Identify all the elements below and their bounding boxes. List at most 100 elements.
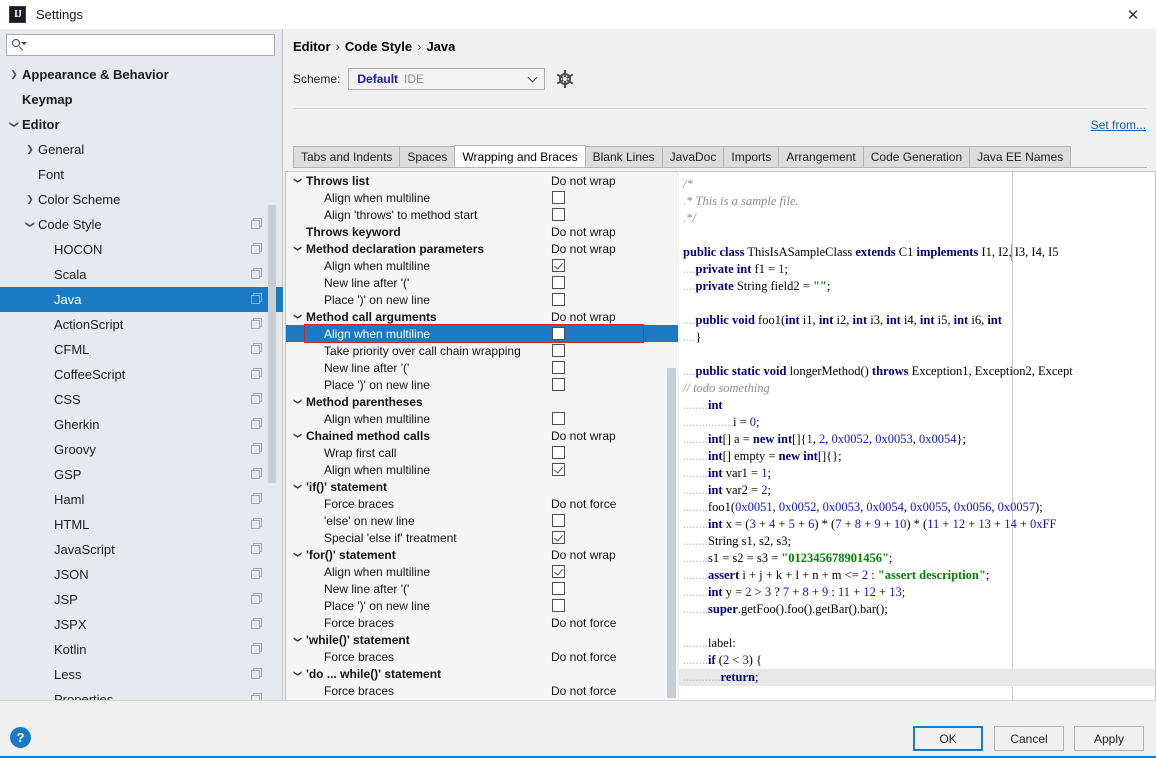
option-row[interactable]: New line after '(' — [286, 274, 678, 291]
copy-scheme-icon[interactable] — [251, 393, 263, 405]
copy-scheme-icon[interactable] — [251, 618, 263, 630]
option-value[interactable]: Do not force — [551, 497, 616, 511]
sidebar-item-color-scheme[interactable]: ❯ Color Scheme — [0, 187, 283, 212]
sidebar-item-jsp[interactable]: JSP — [0, 587, 283, 612]
wrapping-options-list[interactable]: ❯ Throws list Do not wrap Align when multil… — [285, 171, 678, 748]
copy-scheme-icon[interactable] — [251, 243, 263, 255]
option-checkbox[interactable] — [552, 599, 565, 612]
option-value[interactable]: Do not wrap — [551, 310, 616, 324]
close-icon[interactable]: ✕ — [1110, 0, 1156, 29]
sidebar-item-font[interactable]: Font — [0, 162, 283, 187]
option-checkbox[interactable] — [552, 361, 565, 374]
option-checkbox[interactable] — [552, 259, 565, 272]
copy-scheme-icon[interactable] — [251, 443, 263, 455]
copy-scheme-icon[interactable] — [251, 568, 263, 580]
option-checkbox[interactable] — [552, 531, 565, 544]
option-row[interactable]: ❯ Chained method calls Do not wrap — [286, 427, 678, 444]
sidebar-scrollbar[interactable] — [268, 205, 276, 483]
tab-imports[interactable]: Imports — [723, 146, 780, 167]
copy-scheme-icon[interactable] — [251, 268, 263, 280]
option-row[interactable]: ❯'do ... while()' statement — [286, 665, 678, 682]
copy-scheme-icon[interactable] — [251, 218, 263, 230]
option-row[interactable]: New line after '(' — [286, 580, 678, 597]
code-preview-pane[interactable]: /* .* This is a sample file. .*/ public cla… — [679, 171, 1156, 748]
option-row[interactable]: Align 'throws' to method start — [286, 206, 678, 223]
option-row[interactable]: ❯ Throws list Do not wrap — [286, 172, 678, 189]
settings-tree[interactable]: ❯ Appearance & Behavior Keymap ❯ Editor ❯ Gene… — [0, 62, 283, 729]
copy-scheme-icon[interactable] — [251, 593, 263, 605]
option-row[interactable]: ❯'while()' statement — [286, 631, 678, 648]
scheme-select[interactable]: Default IDE — [348, 68, 546, 90]
option-row[interactable]: Align when multiline — [286, 410, 678, 427]
option-row[interactable]: Align when multiline — [286, 189, 678, 206]
sidebar-item-scala[interactable]: Scala — [0, 262, 283, 287]
sidebar-item-less[interactable]: Less — [0, 662, 283, 687]
tab-wrapping-and-braces[interactable]: Wrapping and Braces — [454, 145, 586, 167]
tab-strip[interactable]: Tabs and Indents Spaces Wrapping and Brace… — [293, 145, 1072, 167]
option-row[interactable]: Place ')' on new line — [286, 291, 678, 308]
help-icon[interactable]: ? — [10, 727, 31, 748]
ok-button[interactable]: OK — [913, 726, 983, 751]
option-row[interactable]: Take priority over call chain wrapping — [286, 342, 678, 359]
option-checkbox[interactable] — [552, 565, 565, 578]
tab-spaces[interactable]: Spaces — [399, 146, 456, 167]
sidebar-item-gherkin[interactable]: Gherkin — [0, 412, 283, 437]
option-row[interactable]: ❯'for()' statement Do not wrap — [286, 546, 678, 563]
option-value[interactable]: Do not force — [551, 650, 616, 664]
sidebar-item-haml[interactable]: Haml — [0, 487, 283, 512]
sidebar-item-general[interactable]: ❯ General — [0, 137, 283, 162]
option-checkbox[interactable] — [552, 327, 565, 340]
tab-code-generation[interactable]: Code Generation — [862, 146, 971, 167]
option-row[interactable]: Wrap first call — [286, 444, 678, 461]
tab-blank-lines[interactable]: Blank Lines — [584, 146, 663, 167]
sidebar-item-code-style[interactable]: ❯ Code Style — [0, 212, 283, 237]
option-row[interactable]: Force braces Do not force — [286, 495, 678, 512]
sidebar-item-editor[interactable]: ❯ Editor — [0, 112, 283, 137]
sidebar-item-gsp[interactable]: GSP — [0, 462, 283, 487]
option-row[interactable]: Align when multiline — [286, 461, 678, 478]
sidebar-item-actionscript[interactable]: ActionScript — [0, 312, 283, 337]
copy-scheme-icon[interactable] — [251, 468, 263, 480]
gear-icon[interactable] — [557, 70, 574, 88]
option-row[interactable]: ❯ Method declaration parameters Do not wra… — [286, 240, 678, 257]
options-scrollbar[interactable] — [667, 368, 676, 698]
option-checkbox[interactable] — [552, 276, 565, 289]
sidebar-item-coffeescript[interactable]: CoffeeScript — [0, 362, 283, 387]
options-rows[interactable]: ❯ Throws list Do not wrap Align when multil… — [286, 172, 678, 747]
copy-scheme-icon[interactable] — [251, 518, 263, 530]
sidebar-item-cfml[interactable]: CFML — [0, 337, 283, 362]
option-value[interactable]: Do not force — [551, 616, 616, 630]
option-checkbox[interactable] — [552, 582, 565, 595]
option-value[interactable]: Do not wrap — [551, 242, 616, 256]
option-value[interactable]: Do not wrap — [551, 225, 616, 239]
option-row[interactable]: Align when multiline — [286, 563, 678, 580]
copy-scheme-icon[interactable] — [251, 293, 263, 305]
option-row[interactable]: ❯'if()' statement — [286, 478, 678, 495]
option-row[interactable]: Place ')' on new line — [286, 597, 678, 614]
tab-java-ee-names[interactable]: Java EE Names — [969, 146, 1072, 167]
sidebar-item-kotlin[interactable]: Kotlin — [0, 637, 283, 662]
copy-scheme-icon[interactable] — [251, 543, 263, 555]
copy-scheme-icon[interactable] — [251, 343, 263, 355]
sidebar-item-java[interactable]: Java — [0, 287, 283, 312]
option-row[interactable]: Align when multiline — [286, 325, 678, 342]
sidebar-item-hocon[interactable]: HOCON — [0, 237, 283, 262]
copy-scheme-icon[interactable] — [251, 643, 263, 655]
option-value[interactable]: Do not wrap — [551, 174, 616, 188]
sidebar-item-appearance-behavior[interactable]: ❯ Appearance & Behavior — [0, 62, 283, 87]
option-checkbox[interactable] — [552, 191, 565, 204]
tab-arrangement[interactable]: Arrangement — [778, 146, 864, 167]
option-checkbox[interactable] — [552, 446, 565, 459]
copy-scheme-icon[interactable] — [251, 418, 263, 430]
tab-javadoc[interactable]: JavaDoc — [661, 146, 725, 167]
option-row[interactable]: New line after '(' — [286, 359, 678, 376]
option-checkbox[interactable] — [552, 378, 565, 391]
option-row[interactable]: Special 'else if' treatment — [286, 529, 678, 546]
option-row[interactable]: Align when multiline — [286, 257, 678, 274]
search-input[interactable] — [31, 37, 274, 53]
option-checkbox[interactable] — [552, 412, 565, 425]
sidebar-item-css[interactable]: CSS — [0, 387, 283, 412]
sidebar-item-json[interactable]: JSON — [0, 562, 283, 587]
option-checkbox[interactable] — [552, 293, 565, 306]
option-checkbox[interactable] — [552, 208, 565, 221]
